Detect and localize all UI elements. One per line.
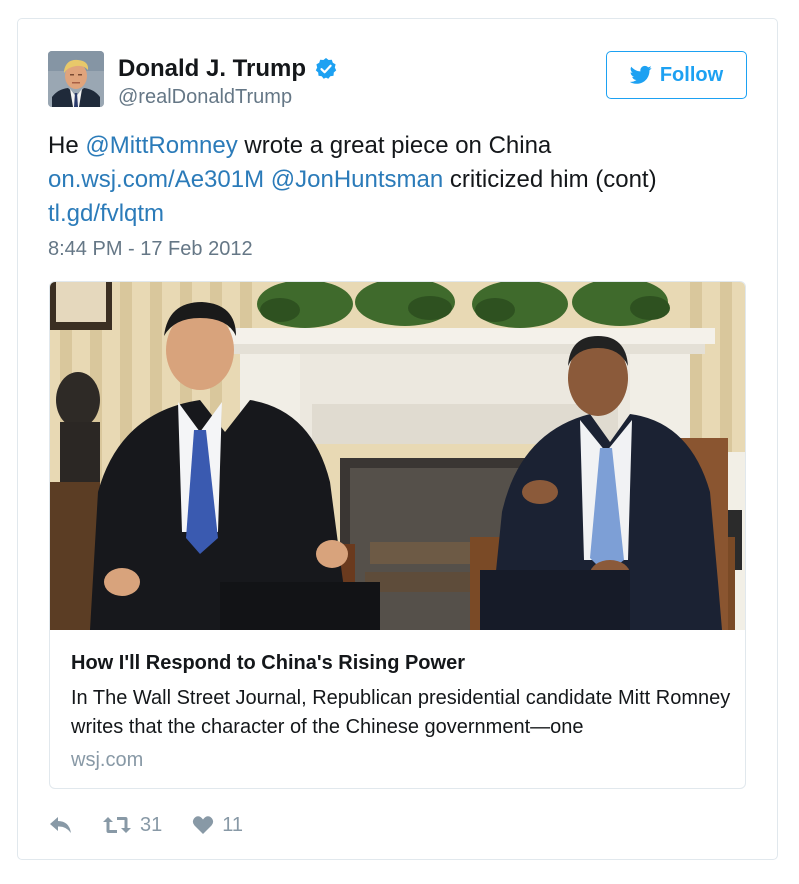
tweet-card: Donald J. Trump @realDonaldTrump Follow … <box>17 18 778 860</box>
tweet-text-part: wrote a great piece on China <box>237 132 552 159</box>
user-handle[interactable]: @realDonaldTrump <box>118 85 292 109</box>
user-name[interactable]: Donald J. Trump <box>118 55 338 83</box>
verified-badge-icon <box>315 58 337 79</box>
reply-button[interactable] <box>48 815 74 835</box>
mention-link[interactable]: @JonHuntsman <box>271 166 443 193</box>
follow-button[interactable]: Follow <box>606 51 747 99</box>
tweet-text: He @MittRomney wrote a great piece on Ch… <box>48 129 738 231</box>
card-description: In The Wall Street Journal, Republican p… <box>71 687 731 738</box>
avatar[interactable] <box>48 51 104 107</box>
avatar-photo <box>48 51 104 107</box>
like-count: 11 <box>222 813 244 836</box>
retweet-icon <box>103 817 131 833</box>
card-title: How I'll Respond to China's Rising Power <box>71 652 465 674</box>
follow-button-label: Follow <box>659 63 724 86</box>
tweet-actions: 31 11 <box>48 811 243 839</box>
tweet-text-part: criticized him (cont) <box>443 166 657 193</box>
user-name-text: Donald J. Trump <box>118 55 307 82</box>
tweet-text-part: He <box>48 132 86 159</box>
mention-link[interactable]: @MittRomney <box>85 132 237 159</box>
tweet-timestamp[interactable]: 8:44 PM - 17 Feb 2012 <box>48 237 253 261</box>
url-link[interactable]: on.wsj.com/Ae301M <box>48 166 264 193</box>
retweet-count: 31 <box>140 813 163 836</box>
link-preview-card[interactable]: How I'll Respond to China's Rising Power… <box>49 281 746 789</box>
heart-icon <box>193 816 214 834</box>
reply-icon <box>50 817 71 833</box>
url-link[interactable]: tl.gd/fvlqtm <box>48 200 164 227</box>
retweet-button[interactable]: 31 <box>102 814 162 837</box>
tweet-text-part <box>264 166 271 193</box>
card-domain: wsj.com <box>71 749 144 771</box>
twitter-bird-icon <box>629 65 652 84</box>
like-button[interactable]: 11 <box>192 814 243 837</box>
card-image <box>50 282 745 630</box>
